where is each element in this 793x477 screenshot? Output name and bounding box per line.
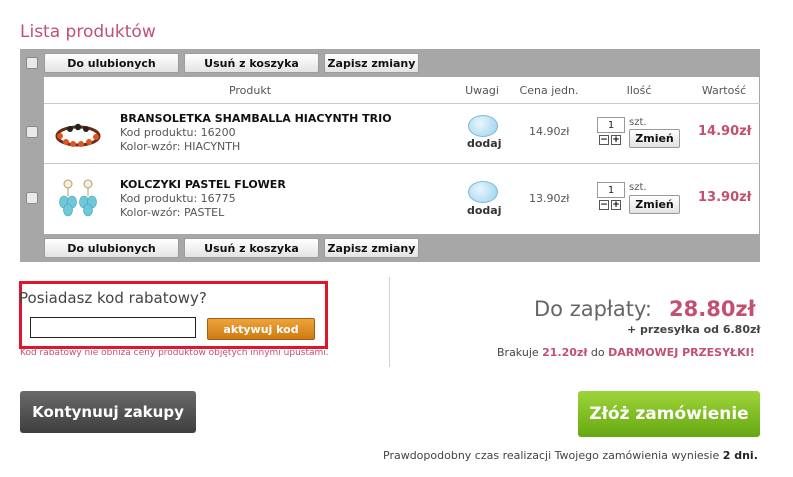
free-shipping-info: Brakuje 21.20zł do DARMOWEJ PRZESYŁKI! — [497, 346, 755, 359]
remove-from-cart-button[interactable]: Usuń z koszyka — [184, 53, 319, 73]
line-total: 13.90zł — [698, 190, 752, 205]
line-total: 14.90zł — [698, 124, 752, 139]
promo-code-note: Kod rabatowy nie obniża ceny produktów o… — [20, 348, 329, 358]
table-row: BRANSOLETKA SHAMBALLA HIACYNTH TRIO Kod … — [44, 104, 759, 163]
row-checkbox[interactable] — [26, 126, 38, 138]
add-to-favorites-button[interactable]: Do ulubionych — [44, 238, 179, 258]
comment-bubble-icon[interactable] — [468, 115, 498, 137]
add-note-link[interactable]: dodaj — [467, 204, 502, 217]
decrease-quantity-button[interactable]: − — [599, 135, 609, 145]
unit-price: 14.90zł — [529, 125, 570, 138]
column-header-product: Produkt — [228, 83, 272, 97]
column-header-notes: Uwagi — [465, 83, 499, 97]
realization-days: 2 dni. — [722, 449, 758, 462]
shipping-cost: + przesyłka od 6.80zł — [627, 323, 761, 336]
comment-bubble-icon[interactable] — [468, 181, 498, 203]
free-shipping-middle: do — [590, 346, 605, 359]
cart-toolbar-top: Do ulubionych Usuń z koszyka Zapisz zmia… — [20, 49, 760, 77]
product-color: Kolor-wzór: PASTEL — [120, 206, 225, 219]
column-header-value: Wartość — [701, 83, 747, 97]
bracelet-icon[interactable] — [52, 114, 104, 154]
add-to-favorites-button[interactable]: Do ulubionych — [44, 53, 179, 73]
page-title: Lista produktów — [20, 22, 156, 42]
free-shipping-target: DARMOWEJ PRZESYŁKI! — [608, 346, 755, 359]
total-value: 28.80zł — [669, 297, 756, 321]
quantity-unit: szt. — [629, 117, 647, 128]
update-quantity-button[interactable]: Zmień — [629, 129, 680, 148]
save-changes-button[interactable]: Zapisz zmiany — [324, 53, 419, 73]
quantity-input[interactable]: 1 — [597, 117, 625, 133]
row-select-column — [20, 77, 44, 234]
product-code: Kod produktu: 16775 — [120, 192, 236, 205]
increase-quantity-button[interactable]: + — [611, 135, 621, 145]
realization-time: Prawdopodobny czas realizacji Twojego za… — [383, 449, 758, 462]
row-checkbox[interactable] — [26, 192, 38, 204]
free-shipping-missing-amount: 21.20zł — [542, 346, 588, 359]
cart-toolbar-bottom: Do ulubionych Usuń z koszyka Zapisz zmia… — [20, 234, 760, 262]
update-quantity-button[interactable]: Zmień — [629, 195, 680, 214]
product-name[interactable]: KOLCZYKI PASTEL FLOWER — [120, 178, 286, 191]
section-divider — [389, 277, 390, 367]
column-header-quantity: Ilość — [626, 83, 652, 97]
column-header-unit-price: Cena jedn. — [519, 83, 579, 97]
unit-price: 13.90zł — [529, 192, 570, 205]
increase-quantity-button[interactable]: + — [611, 200, 621, 210]
earrings-icon[interactable] — [52, 176, 104, 220]
product-code: Kod produktu: 16200 — [120, 126, 236, 139]
promo-code-question: Posiadasz kod rabatowy? — [19, 289, 207, 307]
realization-text: Prawdopodobny czas realizacji Twojego za… — [383, 449, 720, 462]
save-changes-button[interactable]: Zapisz zmiany — [324, 238, 419, 258]
product-color: Kolor-wzór: HIACYNTH — [120, 140, 241, 153]
quantity-input[interactable]: 1 — [597, 182, 625, 198]
promo-code-input[interactable] — [30, 317, 196, 338]
decrease-quantity-button[interactable]: − — [599, 200, 609, 210]
remove-from-cart-button[interactable]: Usuń z koszyka — [184, 238, 319, 258]
continue-shopping-button[interactable]: Kontynuuj zakupy — [20, 391, 196, 433]
table-row: KOLCZYKI PASTEL FLOWER Kod produktu: 167… — [44, 164, 759, 234]
select-all-checkbox[interactable] — [26, 57, 38, 69]
place-order-button[interactable]: Złóż zamówienie — [578, 391, 760, 437]
product-name[interactable]: BRANSOLETKA SHAMBALLA HIACYNTH TRIO — [120, 112, 392, 125]
add-note-link[interactable]: dodaj — [467, 137, 502, 150]
free-shipping-prefix: Brakuje — [497, 346, 539, 359]
activate-code-button[interactable]: aktywuj kod — [207, 318, 315, 340]
total-label: Do zapłaty: — [534, 297, 652, 321]
quantity-unit: szt. — [629, 182, 647, 193]
